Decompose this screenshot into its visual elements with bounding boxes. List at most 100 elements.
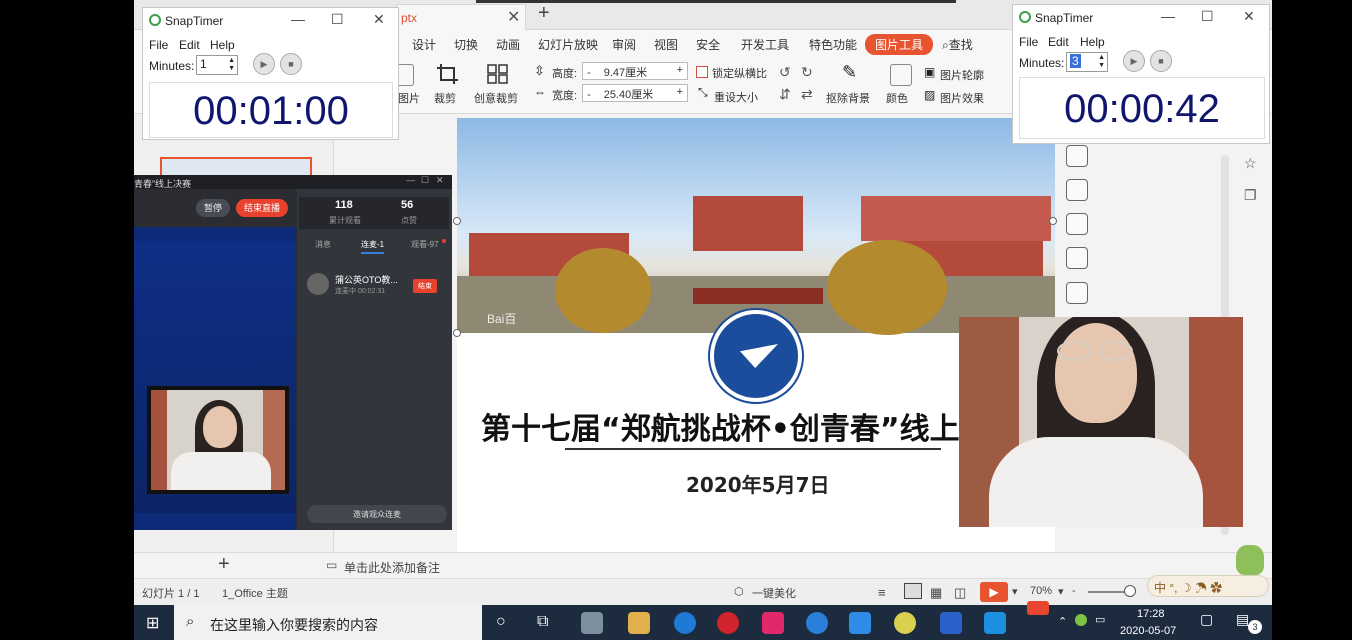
rotate-left-icon[interactable]: ↺: [779, 64, 791, 81]
play-slideshow-button[interactable]: ▶: [980, 582, 1008, 602]
creative-crop-label[interactable]: 创意裁剪: [474, 90, 518, 106]
reset-size-label[interactable]: 重设大小: [714, 89, 758, 105]
menu-search[interactable]: ⌕查找: [942, 36, 973, 53]
remove-background-label[interactable]: 抠除背景: [826, 90, 870, 106]
minimize-icon[interactable]: —: [1161, 8, 1175, 24]
slideshow-dropdown-icon[interactable]: ▾: [1012, 585, 1018, 598]
resize-handle-bottom-left[interactable]: [453, 329, 461, 337]
play-icon[interactable]: ▶: [253, 53, 275, 75]
tab-viewers[interactable]: 观看-97: [411, 239, 439, 250]
color-label[interactable]: 颜色: [886, 90, 908, 106]
menu-picture-tools[interactable]: 图片工具: [865, 34, 934, 55]
close-icon[interactable]: ✕: [373, 11, 385, 28]
slide-title[interactable]: 第十七届“郑航挑战杯•创青春”线上: [481, 404, 960, 448]
menu-review[interactable]: 审阅: [612, 36, 636, 53]
creative-crop-icon[interactable]: [486, 63, 510, 85]
menu-file[interactable]: File: [1019, 35, 1038, 49]
notes-placeholder[interactable]: 单击此处添加备注: [344, 559, 440, 576]
notes-toggle-icon[interactable]: ≡: [878, 585, 886, 600]
app-pinwheel-icon[interactable]: [581, 612, 603, 634]
menu-developer-tools[interactable]: 开发工具: [741, 36, 789, 53]
file-explorer-icon[interactable]: [628, 612, 650, 634]
normal-view-icon[interactable]: [904, 583, 922, 599]
resize-handle-left[interactable]: [453, 217, 461, 225]
minutes-spinner-icon[interactable]: ▲ ▼: [228, 57, 235, 73]
zoom-dropdown-icon[interactable]: ▾: [1058, 585, 1064, 598]
menu-transition[interactable]: 切换: [454, 36, 478, 53]
picture-outline-label[interactable]: 图片轮廓: [940, 67, 984, 83]
live-maximize-icon[interactable]: ☐: [421, 175, 429, 186]
live-close-icon[interactable]: ✕: [436, 175, 444, 186]
expand-side-icon[interactable]: [1066, 282, 1088, 304]
slide-thumbnail-1[interactable]: [160, 157, 312, 177]
feather-app-icon[interactable]: [849, 612, 871, 634]
tab-co-host[interactable]: 连麦-1: [361, 239, 385, 254]
height-increment[interactable]: +: [677, 64, 683, 76]
menu-special-features[interactable]: 特色功能: [809, 36, 857, 53]
task-view-icon[interactable]: ⧉: [537, 613, 548, 631]
height-decrement[interactable]: -: [587, 67, 591, 79]
width-decrement[interactable]: -: [587, 89, 591, 101]
video-app-icon[interactable]: [762, 612, 784, 634]
beautify-button[interactable]: 一键美化: [752, 585, 796, 601]
tab-messages[interactable]: 消息: [315, 239, 331, 250]
menu-file[interactable]: File: [149, 38, 168, 52]
minutes-spinner-icon[interactable]: ▲ ▼: [1098, 54, 1105, 70]
ime-toolbar[interactable]: 中 °, ☽ ☂ ✿: [1147, 575, 1269, 597]
cortana-icon[interactable]: ○: [496, 613, 506, 631]
copy-icon[interactable]: ❐: [1244, 187, 1257, 204]
height-field[interactable]: - 9.47厘米 +: [582, 62, 688, 80]
menu-security[interactable]: 安全: [696, 36, 720, 53]
zoom-in-icon[interactable]: [1066, 179, 1088, 201]
remove-background-icon[interactable]: ✎: [842, 62, 857, 83]
zoom-slider-thumb[interactable]: [1124, 585, 1136, 597]
network-icon[interactable]: ▭: [1095, 613, 1105, 626]
zoom-out-button[interactable]: -: [1072, 585, 1076, 597]
snaptimer-taskbar-icon[interactable]: [894, 612, 916, 634]
width-increment[interactable]: +: [677, 86, 683, 98]
zoom-level[interactable]: 70%: [1030, 585, 1052, 597]
flip-horizontal-icon[interactable]: ⇄: [801, 86, 813, 103]
lock-ratio-checkbox[interactable]: [696, 66, 708, 78]
crop-label[interactable]: 裁剪: [434, 90, 456, 106]
add-tab-button[interactable]: +: [538, 2, 550, 25]
stop-icon[interactable]: ■: [280, 53, 302, 75]
maximize-icon[interactable]: ☐: [331, 11, 344, 28]
clock-time[interactable]: 17:28: [1137, 608, 1165, 620]
minutes-input[interactable]: 3 ▲ ▼: [1066, 52, 1108, 72]
start-icon[interactable]: ⊞: [146, 613, 159, 633]
crop-icon[interactable]: [434, 62, 462, 86]
select-side-icon[interactable]: [1066, 247, 1088, 269]
netease-music-icon[interactable]: [717, 612, 739, 634]
menu-design[interactable]: 设计: [412, 36, 436, 53]
invite-audience-button[interactable]: 邀请观众连麦: [307, 505, 447, 523]
menu-animation[interactable]: 动画: [496, 36, 520, 53]
width-field[interactable]: - 25.40厘米 +: [582, 84, 688, 102]
slide-date[interactable]: 2020年5月7日: [686, 469, 830, 498]
close-icon[interactable]: ✕: [1243, 8, 1255, 25]
color-icon[interactable]: [890, 64, 912, 86]
tray-expand-icon[interactable]: ⌃: [1058, 615, 1067, 628]
live-app-icon[interactable]: [984, 612, 1006, 634]
menu-view[interactable]: 视图: [654, 36, 678, 53]
menu-help[interactable]: Help: [210, 38, 235, 52]
menu-edit[interactable]: Edit: [1048, 35, 1069, 49]
end-co-host-button[interactable]: 结束: [413, 279, 437, 293]
campus-photo[interactable]: Bai百: [457, 118, 1055, 335]
co-host-item[interactable]: 蒲公英OTO教... 连麦中 00:02:31 结束: [307, 273, 447, 299]
minutes-input[interactable]: 1 ▲ ▼: [196, 55, 238, 75]
crop-side-icon[interactable]: [1066, 213, 1088, 235]
rotate-right-icon[interactable]: ↻: [801, 64, 813, 81]
flip-vertical-icon[interactable]: ⇵: [779, 86, 791, 103]
maximize-icon[interactable]: ☐: [1201, 8, 1214, 25]
tray-app-icon[interactable]: [1075, 614, 1087, 626]
resize-handle-right[interactable]: [1049, 217, 1057, 225]
chat-icon[interactable]: ▢: [1200, 611, 1213, 628]
layers-icon[interactable]: [1066, 145, 1088, 167]
menu-help[interactable]: Help: [1080, 35, 1105, 49]
play-icon[interactable]: ▶: [1123, 50, 1145, 72]
grid-view-icon[interactable]: ▦: [930, 585, 942, 601]
pause-live-button[interactable]: 暂停: [196, 199, 231, 217]
ie-icon[interactable]: [806, 612, 828, 634]
add-slide-button[interactable]: +: [218, 553, 230, 576]
